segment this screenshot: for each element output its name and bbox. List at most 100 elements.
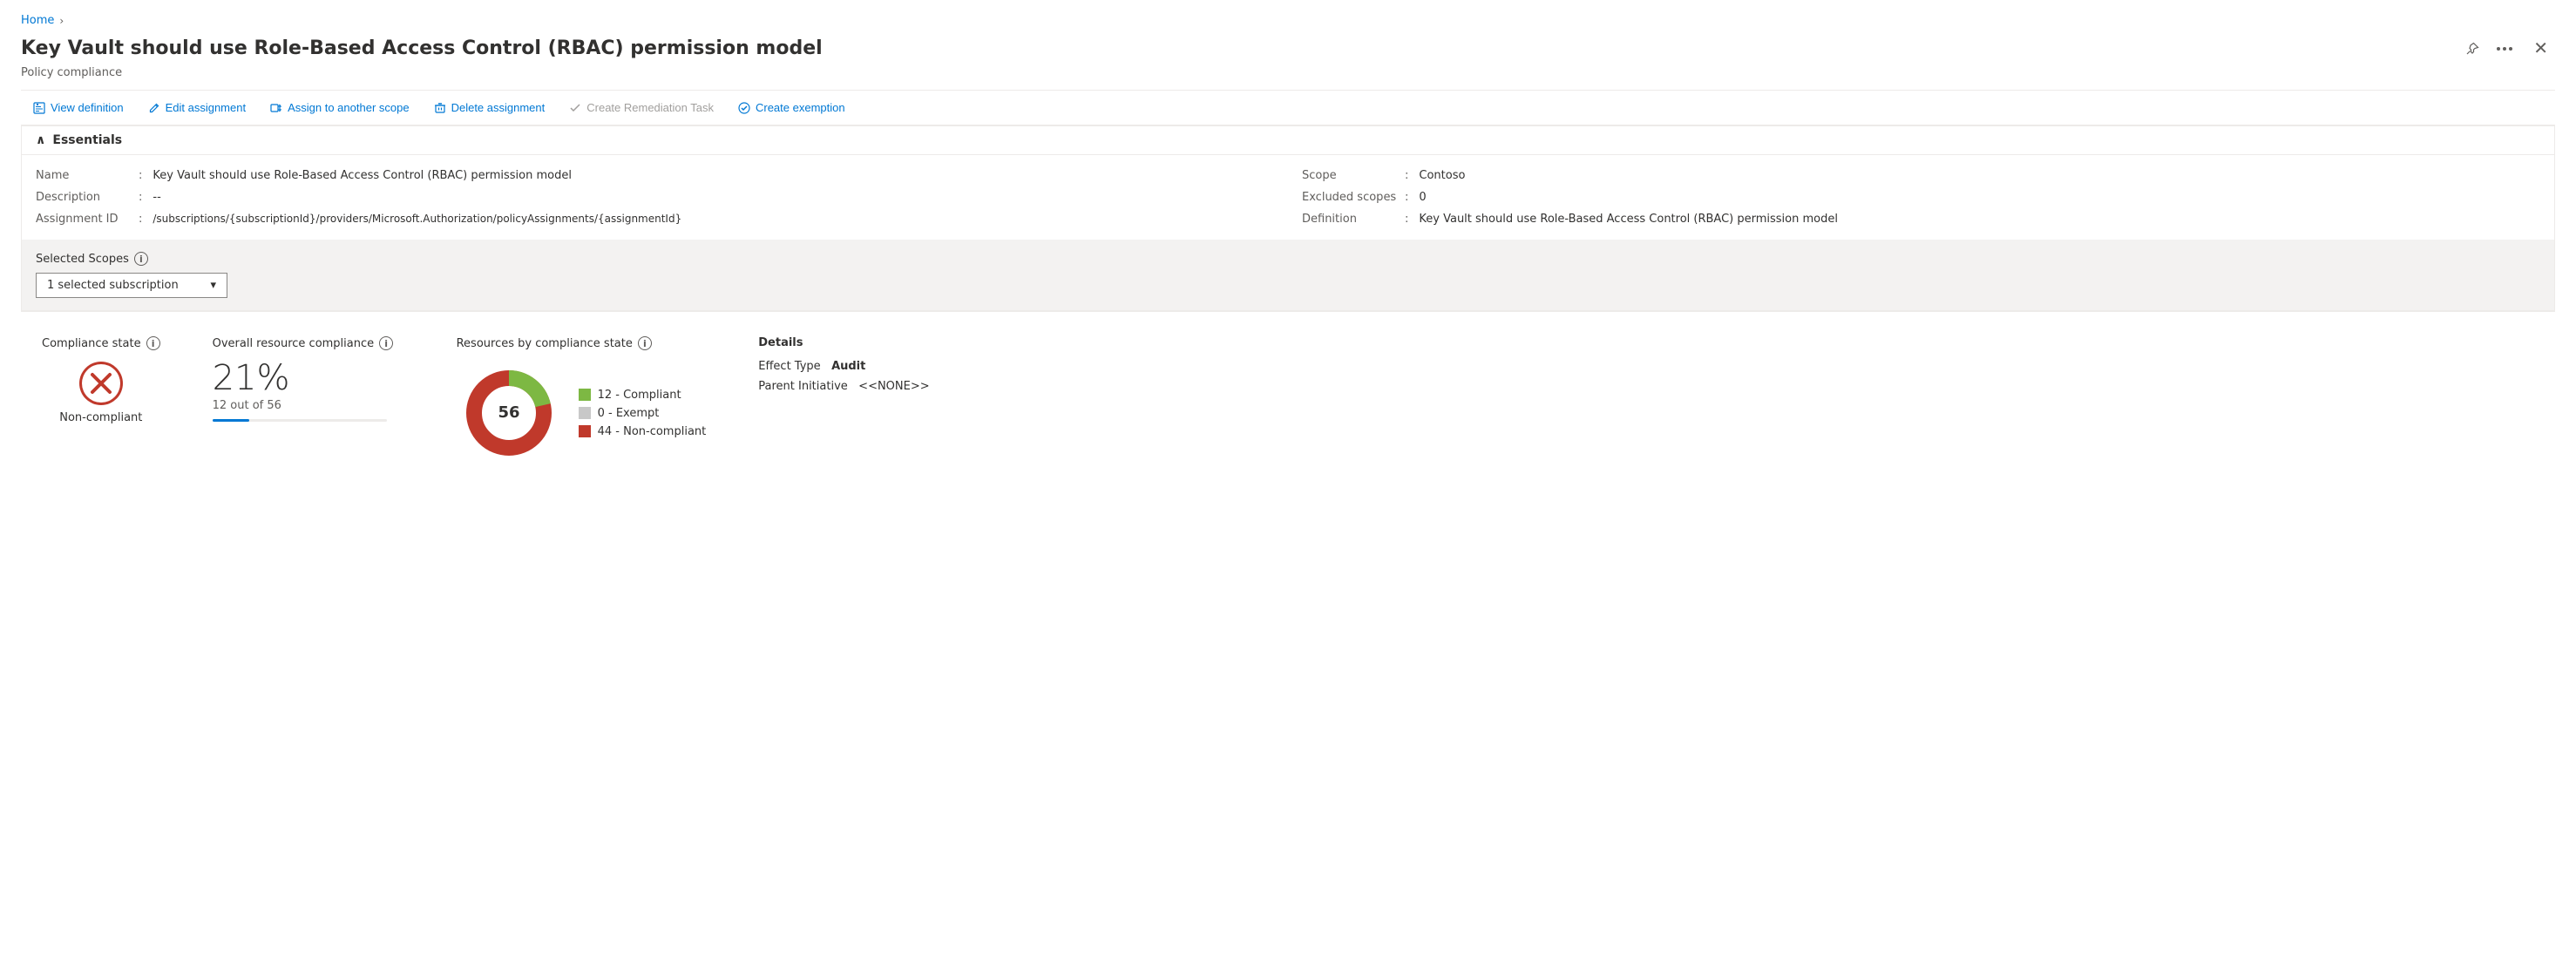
donut-container: 56 12 - Compliant 0 - Exempt 44 - Non-co…	[457, 361, 707, 465]
create-remediation-button[interactable]: Create Remediation Task	[557, 96, 726, 119]
compliant-swatch	[579, 389, 591, 401]
essentials-right: Scope : Contoso Excluded scopes : 0 Defi…	[1302, 169, 2540, 226]
overall-compliance-info-icon: i	[379, 336, 393, 350]
essentials-assignment-id-label: Assignment ID	[36, 213, 132, 226]
scopes-label: Selected Scopes i	[36, 252, 2540, 266]
more-options-button[interactable]	[2493, 44, 2516, 54]
details-effect-row: Effect Type Audit	[758, 360, 929, 373]
compliance-state-info-icon: i	[146, 336, 160, 350]
create-remediation-label: Create Remediation Task	[586, 101, 714, 114]
essentials-name-label: Name	[36, 169, 132, 182]
essentials-scope-value: Contoso	[1419, 169, 1465, 182]
delete-assignment-label: Delete assignment	[451, 101, 546, 114]
page-subtitle: Policy compliance	[21, 66, 2555, 79]
remediation-icon	[569, 102, 581, 114]
view-definition-icon	[33, 102, 45, 114]
view-definition-button[interactable]: View definition	[21, 96, 136, 119]
essentials-excluded-scopes-value: 0	[1419, 191, 1426, 204]
scope-dropdown[interactable]: 1 selected subscription ▾	[36, 273, 227, 298]
create-exemption-label: Create exemption	[756, 101, 845, 114]
close-button[interactable]: ✕	[2526, 34, 2555, 63]
details-title: Details	[758, 336, 929, 349]
legend-exempt: 0 - Exempt	[579, 407, 707, 420]
donut-chart: 56	[457, 361, 561, 465]
toolbar: View definition Edit assignment Assign t…	[21, 90, 2555, 125]
overall-compliance-pct: 21%	[213, 361, 404, 396]
essentials-definition-row: Definition : Key Vault should use Role-B…	[1302, 213, 2540, 226]
essentials-scope-row: Scope : Contoso	[1302, 169, 2540, 182]
exempt-swatch	[579, 407, 591, 419]
header-actions: ✕	[2462, 34, 2555, 63]
essentials-name-value: Key Vault should use Role-Based Access C…	[153, 169, 572, 182]
progress-fill	[213, 419, 249, 422]
compliance-state-icon-block: Non-compliant	[42, 361, 160, 424]
exemption-icon	[738, 102, 750, 114]
delete-assignment-button[interactable]: Delete assignment	[422, 96, 558, 119]
essentials-name-row: Name : Key Vault should use Role-Based A…	[36, 169, 1274, 182]
breadcrumb: Home ›	[21, 14, 2555, 27]
metrics-section: Compliance state i Non-compliant Overall…	[21, 312, 2555, 490]
essentials-scope-label: Scope	[1302, 169, 1398, 182]
essentials-header[interactable]: ∧ Essentials	[22, 126, 2554, 155]
compliance-state-block: Compliance state i Non-compliant	[42, 336, 160, 424]
edit-assignment-label: Edit assignment	[166, 101, 247, 114]
non-compliant-icon	[78, 361, 124, 406]
non-compliant-swatch	[579, 425, 591, 437]
assign-scope-icon	[270, 102, 282, 114]
resources-by-state-label-text: Resources by compliance state	[457, 337, 633, 350]
assign-scope-label: Assign to another scope	[288, 101, 409, 114]
delete-icon	[434, 102, 446, 114]
scope-dropdown-value: 1 selected subscription	[47, 279, 179, 292]
pin-button[interactable]	[2462, 38, 2483, 59]
parent-initiative-value: <<NONE>>	[858, 380, 929, 393]
effect-type-value: Audit	[831, 360, 865, 373]
essentials-collapse-icon: ∧	[36, 133, 45, 147]
assign-scope-button[interactable]: Assign to another scope	[258, 96, 421, 119]
overall-compliance-block: Overall resource compliance i 21% 12 out…	[213, 336, 404, 422]
breadcrumb-home[interactable]: Home	[21, 14, 54, 27]
edit-icon	[148, 102, 160, 114]
essentials-assignment-id-value: /subscriptions/{subscriptionId}/provider…	[153, 213, 681, 225]
non-compliant-text: Non-compliant	[59, 411, 142, 424]
essentials-description-label: Description	[36, 191, 132, 204]
view-definition-label: View definition	[51, 101, 124, 114]
overall-compliance-label-text: Overall resource compliance	[213, 337, 375, 350]
compliant-label: 12 - Compliant	[598, 389, 681, 402]
svg-text:56: 56	[498, 403, 519, 422]
progress-bar	[213, 419, 387, 422]
edit-assignment-button[interactable]: Edit assignment	[136, 96, 259, 119]
essentials-definition-label: Definition	[1302, 213, 1398, 226]
create-exemption-button[interactable]: Create exemption	[726, 96, 858, 119]
legend-non-compliant: 44 - Non-compliant	[579, 425, 707, 438]
compliance-state-label-text: Compliance state	[42, 337, 141, 350]
compliance-state-label: Compliance state i	[42, 336, 160, 350]
essentials-left: Name : Key Vault should use Role-Based A…	[36, 169, 1274, 226]
details-parent-row: Parent Initiative <<NONE>>	[758, 380, 929, 393]
essentials-content: Name : Key Vault should use Role-Based A…	[22, 155, 2554, 240]
non-compliant-label: 44 - Non-compliant	[598, 425, 707, 438]
exempt-label: 0 - Exempt	[598, 407, 660, 420]
effect-type-label: Effect Type	[758, 360, 820, 373]
scopes-section: Selected Scopes i 1 selected subscriptio…	[22, 240, 2554, 311]
resources-by-state-info-icon: i	[638, 336, 652, 350]
overall-compliance-label: Overall resource compliance i	[213, 336, 404, 350]
parent-initiative-label: Parent Initiative	[758, 380, 848, 393]
essentials-description-row: Description : --	[36, 191, 1274, 204]
breadcrumb-separator: ›	[59, 15, 64, 27]
essentials-excluded-scopes-row: Excluded scopes : 0	[1302, 191, 2540, 204]
overall-compliance-sub: 12 out of 56	[213, 399, 404, 412]
legend-compliant: 12 - Compliant	[579, 389, 707, 402]
resources-by-state-label: Resources by compliance state i	[457, 336, 707, 350]
scope-dropdown-chevron: ▾	[210, 279, 216, 292]
essentials-section: ∧ Essentials Name : Key Vault should use…	[21, 125, 2555, 312]
donut-legend: 12 - Compliant 0 - Exempt 44 - Non-compl…	[579, 389, 707, 438]
essentials-title: Essentials	[52, 133, 122, 147]
essentials-definition-value: Key Vault should use Role-Based Access C…	[1419, 213, 1838, 226]
details-block: Details Effect Type Audit Parent Initiat…	[758, 336, 929, 393]
essentials-description-value: --	[153, 191, 160, 204]
resources-by-state-block: Resources by compliance state i 56	[457, 336, 707, 465]
scopes-info-icon: i	[134, 252, 148, 266]
page-title: Key Vault should use Role-Based Access C…	[21, 37, 2462, 59]
essentials-assignment-id-row: Assignment ID : /subscriptions/{subscrip…	[36, 213, 1274, 226]
header-row: Key Vault should use Role-Based Access C…	[21, 34, 2555, 63]
